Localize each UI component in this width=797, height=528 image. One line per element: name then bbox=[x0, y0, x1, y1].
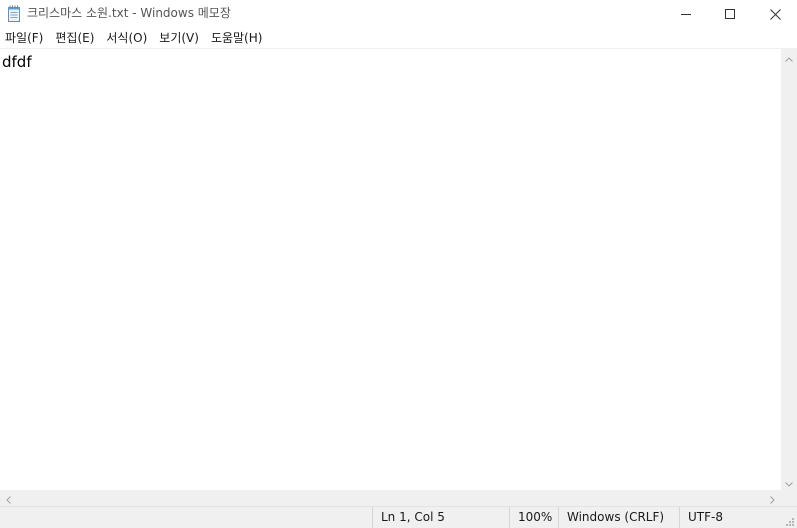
menu-format[interactable]: 서식(O) bbox=[101, 28, 154, 48]
vertical-scrollbar[interactable] bbox=[781, 48, 797, 490]
close-icon bbox=[769, 8, 781, 20]
scroll-down-button[interactable] bbox=[781, 473, 797, 490]
menu-file[interactable]: 파일(F) bbox=[0, 28, 50, 48]
horizontal-scrollbar[interactable] bbox=[0, 490, 781, 506]
chevron-up-icon bbox=[785, 47, 793, 66]
notepad-icon[interactable] bbox=[7, 5, 21, 22]
menu-bar: 파일(F) 편집(E) 서식(O) 보기(V) 도움말(H) bbox=[0, 28, 797, 48]
minimize-icon bbox=[681, 9, 691, 19]
menu-help[interactable]: 도움말(H) bbox=[206, 28, 270, 48]
menu-edit[interactable]: 편집(E) bbox=[50, 28, 101, 48]
status-zoom: 100% bbox=[509, 507, 558, 528]
status-encoding: UTF-8 bbox=[679, 507, 781, 528]
editor-content[interactable]: dfdf bbox=[2, 52, 32, 72]
title-bar[interactable]: 크리스마스 소원.txt - Windows 메모장 bbox=[0, 0, 797, 28]
maximize-button[interactable] bbox=[707, 0, 753, 28]
menu-view[interactable]: 보기(V) bbox=[154, 28, 206, 48]
scroll-left-button[interactable] bbox=[0, 490, 17, 506]
chevron-left-icon bbox=[6, 489, 11, 508]
scroll-up-button[interactable] bbox=[781, 48, 797, 65]
chevron-right-icon bbox=[770, 489, 775, 508]
scrollbar-corner bbox=[781, 490, 797, 506]
status-cursor-position: Ln 1, Col 5 bbox=[372, 507, 509, 528]
resize-grip-icon[interactable] bbox=[783, 512, 795, 526]
text-editor[interactable]: dfdf bbox=[0, 48, 781, 490]
status-line-ending: Windows (CRLF) bbox=[558, 507, 679, 528]
notepad-window: 크리스마스 소원.txt - Windows 메모장 파일(F) 편집(E) 서… bbox=[0, 0, 797, 528]
close-button[interactable] bbox=[752, 0, 797, 28]
maximize-icon bbox=[725, 9, 735, 19]
scroll-right-button[interactable] bbox=[764, 490, 781, 506]
minimize-button[interactable] bbox=[663, 0, 709, 28]
window-title: 크리스마스 소원.txt - Windows 메모장 bbox=[27, 6, 231, 20]
chevron-down-icon bbox=[785, 472, 793, 491]
status-bar: Ln 1, Col 5 100% Windows (CRLF) UTF-8 bbox=[0, 506, 797, 528]
